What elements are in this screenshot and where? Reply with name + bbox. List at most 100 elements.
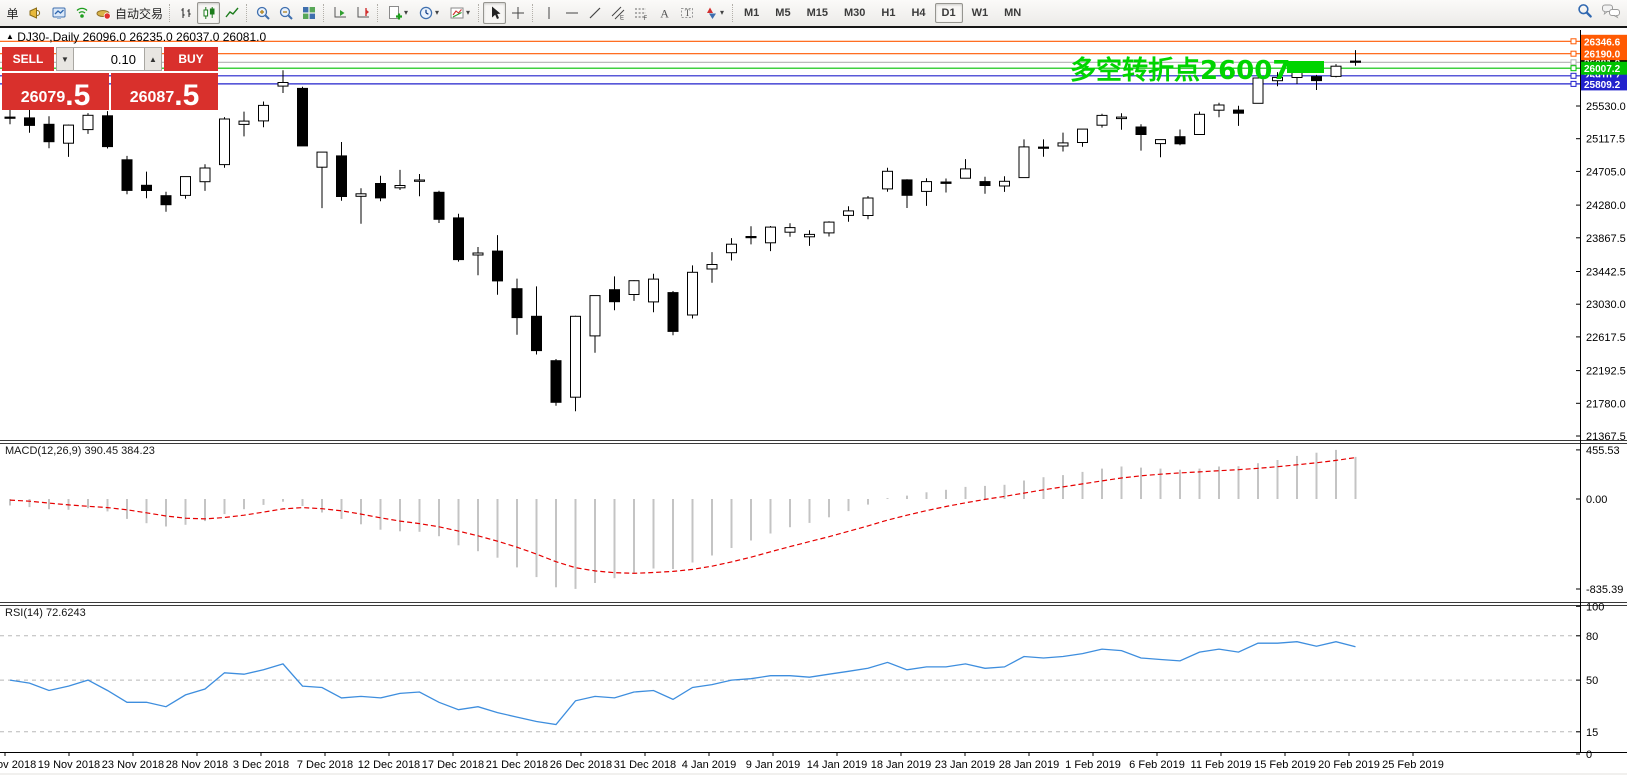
timeframe-d1-button[interactable]: D1 (935, 3, 963, 23)
volume-decrease-button[interactable]: ▼ (56, 47, 74, 71)
svg-text:1 Feb 2019: 1 Feb 2019 (1065, 759, 1121, 771)
fibonacci-icon: F (633, 5, 649, 21)
svg-text:14 Nov 2018: 14 Nov 2018 (0, 759, 36, 771)
horizontal-line-button[interactable] (560, 2, 583, 24)
price-chart-canvas[interactable]: 25530.025117.524705.024280.023867.523442… (0, 28, 1627, 775)
zoom-out-button[interactable] (274, 2, 297, 24)
svg-text:21 Dec 2018: 21 Dec 2018 (486, 759, 548, 771)
svg-text:9 Jan 2019: 9 Jan 2019 (746, 759, 800, 771)
svg-text:23442.5: 23442.5 (1586, 267, 1626, 279)
svg-text:0: 0 (1586, 749, 1592, 761)
buy-price[interactable]: 26087.5 (111, 73, 218, 110)
toolbar-separator (323, 4, 325, 22)
autotrading-button[interactable]: 自动交易 (93, 2, 166, 24)
toolbar-separator (732, 4, 734, 22)
market-watch-button[interactable] (24, 2, 47, 24)
volume-increase-button[interactable]: ▲ (144, 47, 162, 71)
svg-text:7 Dec 2018: 7 Dec 2018 (297, 759, 353, 771)
svg-text:23867.5: 23867.5 (1586, 233, 1626, 245)
zoom-out-icon (278, 5, 294, 21)
templates-button[interactable]: ▾ (444, 2, 475, 24)
periods-button[interactable]: ▾ (413, 2, 444, 24)
svg-text:T: T (684, 8, 690, 18)
svg-text:25809.2: 25809.2 (1584, 80, 1621, 91)
svg-text:80: 80 (1586, 631, 1598, 643)
svg-text:21780.0: 21780.0 (1586, 398, 1626, 410)
crosshair-icon (510, 5, 526, 21)
svg-text:23 Nov 2018: 23 Nov 2018 (102, 759, 164, 771)
svg-text:23030.0: 23030.0 (1586, 299, 1626, 311)
candlestick-icon (201, 5, 217, 21)
bar-chart-button[interactable] (174, 2, 197, 24)
signals-button[interactable] (70, 2, 93, 24)
symbol-marker-icon: ▲ (6, 32, 14, 41)
toolbar: 单 自动交易 ▾ ▾ ▾ E F A T ▾ M1M5M15M30H1H4D1W… (0, 0, 1627, 26)
indicators-button[interactable]: ▾ (382, 2, 413, 24)
sell-price-main: 26079 (21, 89, 66, 107)
svg-text:31 Dec 2018: 31 Dec 2018 (614, 759, 676, 771)
macd-indicator-label: MACD(12,26,9) 390.45 384.23 (5, 445, 155, 457)
chart-shift-button[interactable] (351, 2, 374, 24)
charts-button[interactable] (47, 2, 70, 24)
toolbar-separator (377, 4, 379, 22)
sell-button[interactable]: SELL (2, 47, 54, 71)
text-label-button[interactable]: T (675, 2, 698, 24)
channel-icon: E (610, 5, 626, 21)
timeframe-m30-button[interactable]: M30 (837, 3, 872, 23)
chevron-down-icon: ▾ (466, 9, 470, 17)
svg-text:26007.2: 26007.2 (1584, 64, 1621, 75)
toolbar-separator (169, 4, 171, 22)
new-order-button[interactable]: 单 (1, 2, 24, 24)
sell-price[interactable]: 26079.5 (2, 73, 109, 110)
svg-text:20 Feb 2019: 20 Feb 2019 (1318, 759, 1380, 771)
arrows-button[interactable]: ▾ (698, 2, 729, 24)
template-icon (449, 5, 465, 21)
auto-scroll-icon (332, 5, 348, 21)
chat-icon[interactable] (1601, 2, 1621, 24)
svg-text:6 Feb 2019: 6 Feb 2019 (1129, 759, 1185, 771)
timeframe-group: M1M5M15M30H1H4D1W1MN (737, 3, 1028, 23)
svg-text:-835.39: -835.39 (1586, 584, 1623, 596)
text-button[interactable]: A (652, 2, 675, 24)
svg-text:12 Dec 2018: 12 Dec 2018 (358, 759, 420, 771)
timeframe-m5-button[interactable]: M5 (768, 3, 797, 23)
chart-title-symbol: DJ30-,Daily (17, 30, 79, 44)
horizontal-line-icon (564, 5, 580, 21)
timeframe-m1-button[interactable]: M1 (737, 3, 766, 23)
svg-text:28 Nov 2018: 28 Nov 2018 (166, 759, 228, 771)
timeframe-h4-button[interactable]: H4 (904, 3, 932, 23)
equidistant-channel-button[interactable]: E (606, 2, 629, 24)
svg-text:19 Nov 2018: 19 Nov 2018 (38, 759, 100, 771)
auto-scroll-button[interactable] (328, 2, 351, 24)
search-icon[interactable] (1576, 2, 1593, 24)
svg-text:15: 15 (1586, 727, 1598, 739)
volume-input[interactable]: 0.10 (74, 47, 144, 71)
svg-text:22617.5: 22617.5 (1586, 332, 1626, 344)
cursor-button[interactable] (483, 2, 506, 24)
buy-price-frac: .5 (174, 85, 199, 107)
fibonacci-button[interactable]: F (629, 2, 652, 24)
timeframe-w1-button[interactable]: W1 (965, 3, 996, 23)
timeframe-mn-button[interactable]: MN (997, 3, 1028, 23)
svg-text:22192.5: 22192.5 (1586, 366, 1626, 378)
candlestick-chart-button[interactable] (197, 2, 220, 24)
svg-text:18 Jan 2019: 18 Jan 2019 (871, 759, 932, 771)
svg-text:24280.0: 24280.0 (1586, 200, 1626, 212)
svg-text:28 Jan 2019: 28 Jan 2019 (999, 759, 1060, 771)
vertical-line-button[interactable] (537, 2, 560, 24)
trendline-button[interactable] (583, 2, 606, 24)
crosshair-button[interactable] (506, 2, 529, 24)
chevron-down-icon: ▾ (720, 9, 724, 17)
toolbar-right (1576, 2, 1627, 24)
svg-text:25 Feb 2019: 25 Feb 2019 (1382, 759, 1444, 771)
svg-text:26 Dec 2018: 26 Dec 2018 (550, 759, 612, 771)
line-chart-button[interactable] (220, 2, 243, 24)
svg-text:21367.5: 21367.5 (1586, 431, 1626, 443)
svg-text:0.00: 0.00 (1586, 494, 1607, 506)
chart-window[interactable]: 25530.025117.524705.024280.023867.523442… (0, 26, 1627, 773)
tile-windows-button[interactable] (297, 2, 320, 24)
timeframe-h1-button[interactable]: H1 (874, 3, 902, 23)
zoom-in-button[interactable] (251, 2, 274, 24)
timeframe-m15-button[interactable]: M15 (800, 3, 835, 23)
buy-button[interactable]: BUY (164, 47, 218, 71)
